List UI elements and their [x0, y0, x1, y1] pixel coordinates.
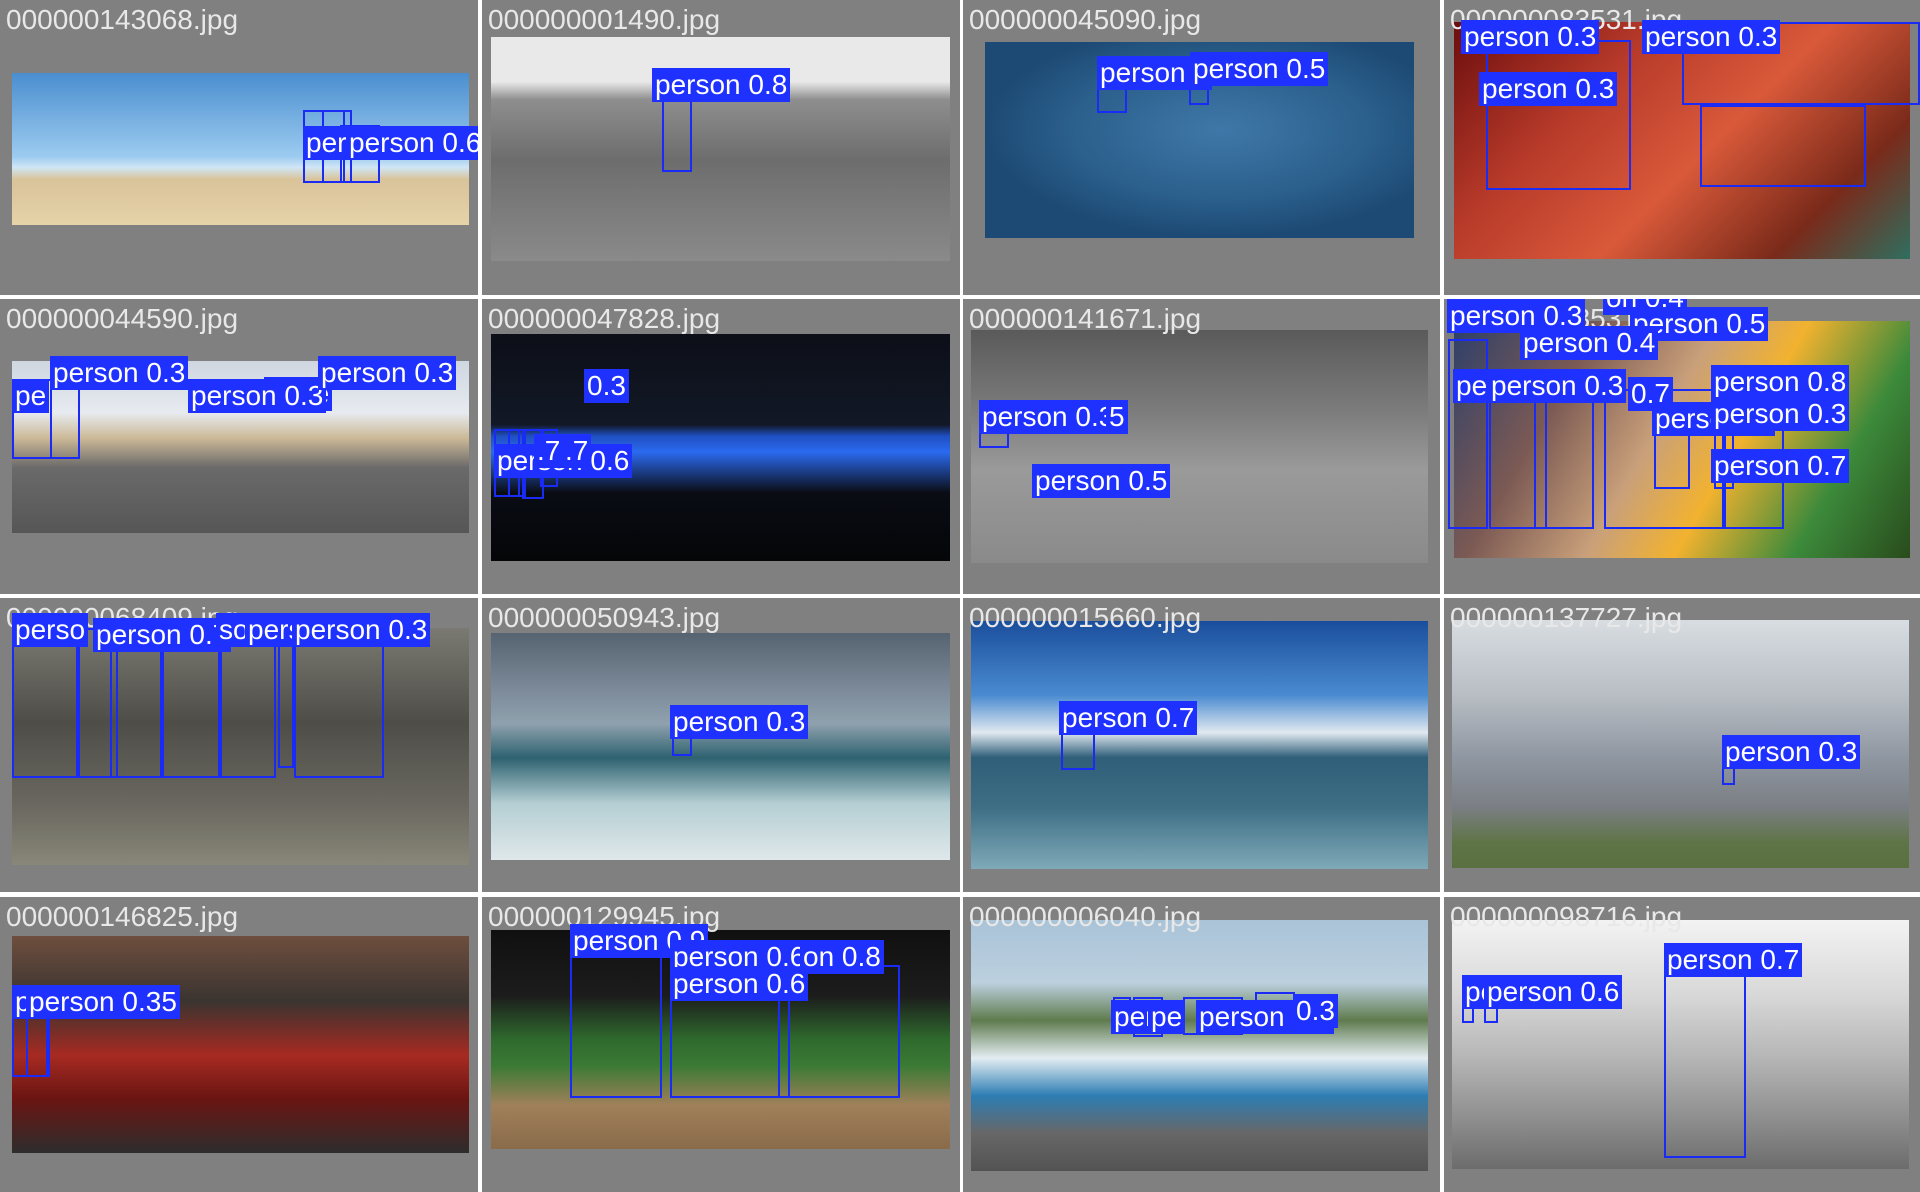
image-filename: 000000146825.jpg: [6, 901, 239, 932]
detection-label: person 0.3: [1488, 369, 1627, 403]
detection-label: 5: [1106, 400, 1128, 434]
detection-photo: [971, 920, 1428, 1171]
detection-photo: [491, 633, 950, 860]
image-filename: 000000143068.jpg: [6, 4, 239, 35]
bounding-box: [220, 638, 276, 778]
result-tile[interactable]: 000000047828.jpgperson 0.6.7.70.3: [482, 299, 960, 594]
image-filename: 000000137727.jpg: [1450, 602, 1683, 633]
detection-label: pe: [12, 379, 50, 413]
image-filename: 000000001490.jpg: [488, 4, 721, 35]
result-tile[interactable]: 000000137727.jpg person 0.3: [1444, 598, 1920, 892]
result-tile[interactable]: 000000006040.jpg pers pe person 0.3 0.3: [963, 897, 1440, 1192]
bounding-box: [110, 633, 164, 778]
detection-label: person 0.3: [979, 400, 1118, 434]
detection-label: person 0.3: [1711, 397, 1850, 431]
detection-label: person 0.3: [670, 705, 809, 739]
detection-label: person 0.3: [50, 356, 189, 390]
result-tile[interactable]: 000000001490.jpg person 0.8: [482, 0, 960, 295]
result-tile[interactable]: 000000129945.jpg person 0.9 person 0.6 on 0…: [482, 897, 960, 1192]
result-tile[interactable]: 000000146825.jpg p person 0.35: [0, 897, 478, 1192]
detection-photo: [12, 936, 469, 1153]
image-filename: 000000006040.jpg: [969, 901, 1202, 932]
result-tile[interactable]: 000000045090.jpg person 0 person 0.5: [963, 0, 1440, 295]
detection-photo: [971, 621, 1428, 869]
detection-label: pe: [1453, 369, 1491, 403]
detection-label: person 0.6: [1484, 975, 1623, 1009]
detection-label: person 0.3: [188, 379, 327, 413]
result-tile[interactable]: 000000068409.jpgpersoperson 0.7sopersope…: [0, 598, 478, 892]
bounding-box: [570, 942, 662, 1098]
result-tile[interactable]: 000000098716.jpg pe person 0.6 person 0.7: [1444, 897, 1920, 1192]
image-filename: 000000098716.jpg: [1450, 901, 1683, 932]
image-filename: 000000015660.jpg: [969, 602, 1202, 633]
detection-label: on 0.8: [800, 940, 884, 974]
detection-label: person 0.7: [1059, 701, 1198, 735]
result-tile[interactable]: 000000050943.jpg person 0.3: [482, 598, 960, 892]
bounding-box: [278, 638, 294, 768]
detection-label: person 0.4: [1520, 326, 1659, 360]
detection-label: perso: [12, 613, 89, 647]
result-tile[interactable]: 000000083531.jpgperson 0.3on 0.4person 0…: [1444, 299, 1920, 594]
bounding-box: [1664, 972, 1746, 1158]
bounding-box: [1486, 40, 1631, 190]
detection-label: 0.3: [584, 369, 629, 403]
bounding-box: [1448, 339, 1488, 529]
result-tile[interactable]: 000000143068.jpg perso person 0.6: [0, 0, 478, 295]
detection-label: person 0.7: [1664, 943, 1803, 977]
bounding-box: [672, 736, 692, 756]
detection-label: 0.3: [1293, 994, 1338, 1028]
detection-label: person 0.8: [652, 68, 791, 102]
image-filename: 000000050943.jpg: [488, 602, 721, 633]
result-tile[interactable]: 000000083531.jpgperson 0.3person 0.3pers…: [1444, 0, 1920, 295]
bounding-box: [294, 633, 384, 778]
result-tile[interactable]: 000000044590.jpgpeperson 0.3pepeperson 0…: [0, 299, 478, 594]
detection-label: person 0.35: [26, 985, 180, 1019]
detection-label: person 0.3: [318, 356, 457, 390]
result-tile[interactable]: 000000015660.jpg person 0.7: [963, 598, 1440, 892]
detection-label: person 0.6: [346, 126, 478, 160]
detection-label: person 0.3: [1479, 72, 1618, 106]
image-grid: 000000143068.jpg perso person 0.6 000000001…: [0, 0, 1920, 1192]
detection-label: person 0.3: [1461, 20, 1600, 54]
bounding-box: [1700, 105, 1866, 187]
detection-label: person 0.5: [1032, 464, 1171, 498]
bounding-box: [50, 379, 80, 459]
detection-label: .7: [562, 434, 592, 468]
image-filename: 000000047828.jpg: [488, 303, 721, 334]
image-filename: 000000044590.jpg: [6, 303, 239, 334]
detection-label: person 0.6: [670, 967, 809, 1001]
image-filename: 000000141671.jpg: [969, 303, 1202, 334]
detection-label: person 0.3: [1722, 735, 1861, 769]
detection-photo: [971, 330, 1428, 563]
image-filename: 000000045090.jpg: [969, 4, 1202, 35]
detection-label: person 0.7: [93, 618, 232, 652]
detection-label: person 0.5: [1190, 52, 1329, 86]
detection-label: person 0.7: [1711, 449, 1850, 483]
result-tile[interactable]: 000000141671.jpg person 0.3 5 person 0.5: [963, 299, 1440, 594]
detection-label: person 0.8: [1711, 365, 1850, 399]
detection-label: pe: [1148, 1000, 1186, 1034]
detection-label: .7: [534, 434, 564, 468]
detection-label: person 0.3: [1642, 20, 1781, 54]
detection-label: person 0.3: [292, 613, 431, 647]
bounding-box: [12, 638, 78, 778]
